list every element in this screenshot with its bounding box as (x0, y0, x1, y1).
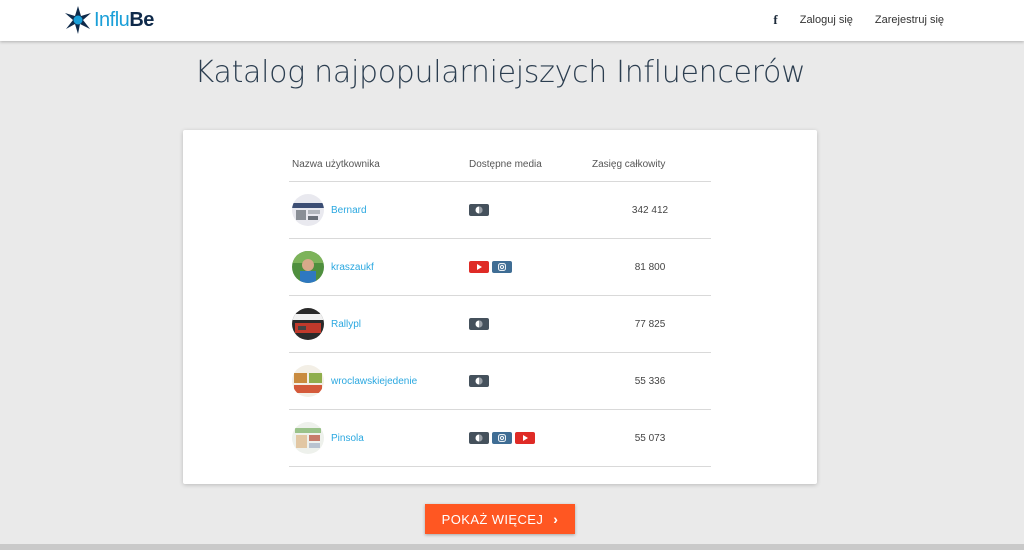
user-cell: Pinsola (289, 422, 469, 454)
globe-icon (475, 377, 483, 385)
logo-text: InfluBe (94, 8, 154, 31)
reach-cell: 55 073 (634, 432, 666, 444)
instagram-icon (498, 263, 506, 271)
username-link[interactable]: kraszaukf (331, 262, 374, 273)
username-link[interactable]: Rallypl (331, 319, 361, 330)
media-cell (469, 432, 589, 444)
user-cell: Rallypl (289, 308, 469, 340)
table-row: Pinsola 55 073 (289, 410, 711, 467)
chevron-right-icon: › (553, 511, 559, 527)
avatar[interactable] (292, 251, 324, 283)
avatar[interactable] (292, 365, 324, 397)
show-more-button[interactable]: POKAŻ WIĘCEJ › (425, 504, 575, 534)
username-link[interactable]: Bernard (331, 205, 367, 216)
globe-icon (475, 206, 483, 214)
user-cell: Bernard (289, 194, 469, 226)
avatar[interactable] (292, 422, 324, 454)
globe-icon (475, 320, 483, 328)
username-link[interactable]: wroclawskiejedenie (331, 376, 417, 387)
user-cell: kraszaukf (289, 251, 469, 283)
website-badge[interactable] (469, 432, 489, 444)
login-link[interactable]: Zaloguj się (800, 14, 853, 26)
register-link[interactable]: Zarejestruj się (875, 14, 944, 26)
media-cell (469, 375, 589, 387)
nav-links: f Zaloguj się Zarejestruj się (773, 0, 944, 40)
reach-cell: 77 825 (634, 318, 666, 330)
youtube-play-icon (477, 264, 482, 270)
facebook-icon[interactable]: f (773, 12, 777, 28)
inflube-logo[interactable]: InfluBe (63, 5, 154, 35)
media-cell (469, 318, 589, 330)
footer-band (0, 544, 1024, 550)
youtube-play-icon (523, 435, 528, 441)
table-row: Bernard 342 412 (289, 182, 711, 239)
table-header: Nazwa użytkownika Dostępne media Zasięg … (289, 148, 711, 182)
website-badge[interactable] (469, 375, 489, 387)
youtube-badge[interactable] (515, 432, 535, 444)
header-username: Nazwa użytkownika (292, 159, 380, 170)
table-row: kraszaukf 81 800 (289, 239, 711, 296)
username-link[interactable]: Pinsola (331, 433, 364, 444)
instagram-badge[interactable] (492, 261, 512, 273)
star-logo-icon (65, 6, 91, 34)
reach-cell: 342 412 (631, 204, 669, 216)
header-media: Dostępne media (469, 159, 542, 170)
table-row: Rallypl 77 825 (289, 296, 711, 353)
top-navbar: InfluBe f Zaloguj się Zarejestruj się (0, 0, 1024, 41)
reach-cell: 81 800 (634, 261, 666, 273)
influencers-table: Nazwa użytkownika Dostępne media Zasięg … (289, 148, 711, 467)
avatar[interactable] (292, 308, 324, 340)
website-badge[interactable] (469, 204, 489, 216)
youtube-badge[interactable] (469, 261, 489, 273)
instagram-icon (498, 434, 506, 442)
reach-cell: 55 336 (634, 375, 666, 387)
influencers-card: Nazwa użytkownika Dostępne media Zasięg … (183, 130, 817, 484)
page-title: Katalog najpopularniejszych Influencerów (194, 55, 806, 90)
media-cell (469, 261, 589, 273)
instagram-badge[interactable] (492, 432, 512, 444)
globe-icon (475, 434, 483, 442)
media-cell (469, 204, 589, 216)
table-row: wroclawskiejedenie 55 336 (289, 353, 711, 410)
avatar[interactable] (292, 194, 324, 226)
website-badge[interactable] (469, 318, 489, 330)
user-cell: wroclawskiejedenie (289, 365, 469, 397)
header-reach: Zasięg całkowity (592, 159, 666, 170)
show-more-label: POKAŻ WIĘCEJ (441, 511, 544, 527)
